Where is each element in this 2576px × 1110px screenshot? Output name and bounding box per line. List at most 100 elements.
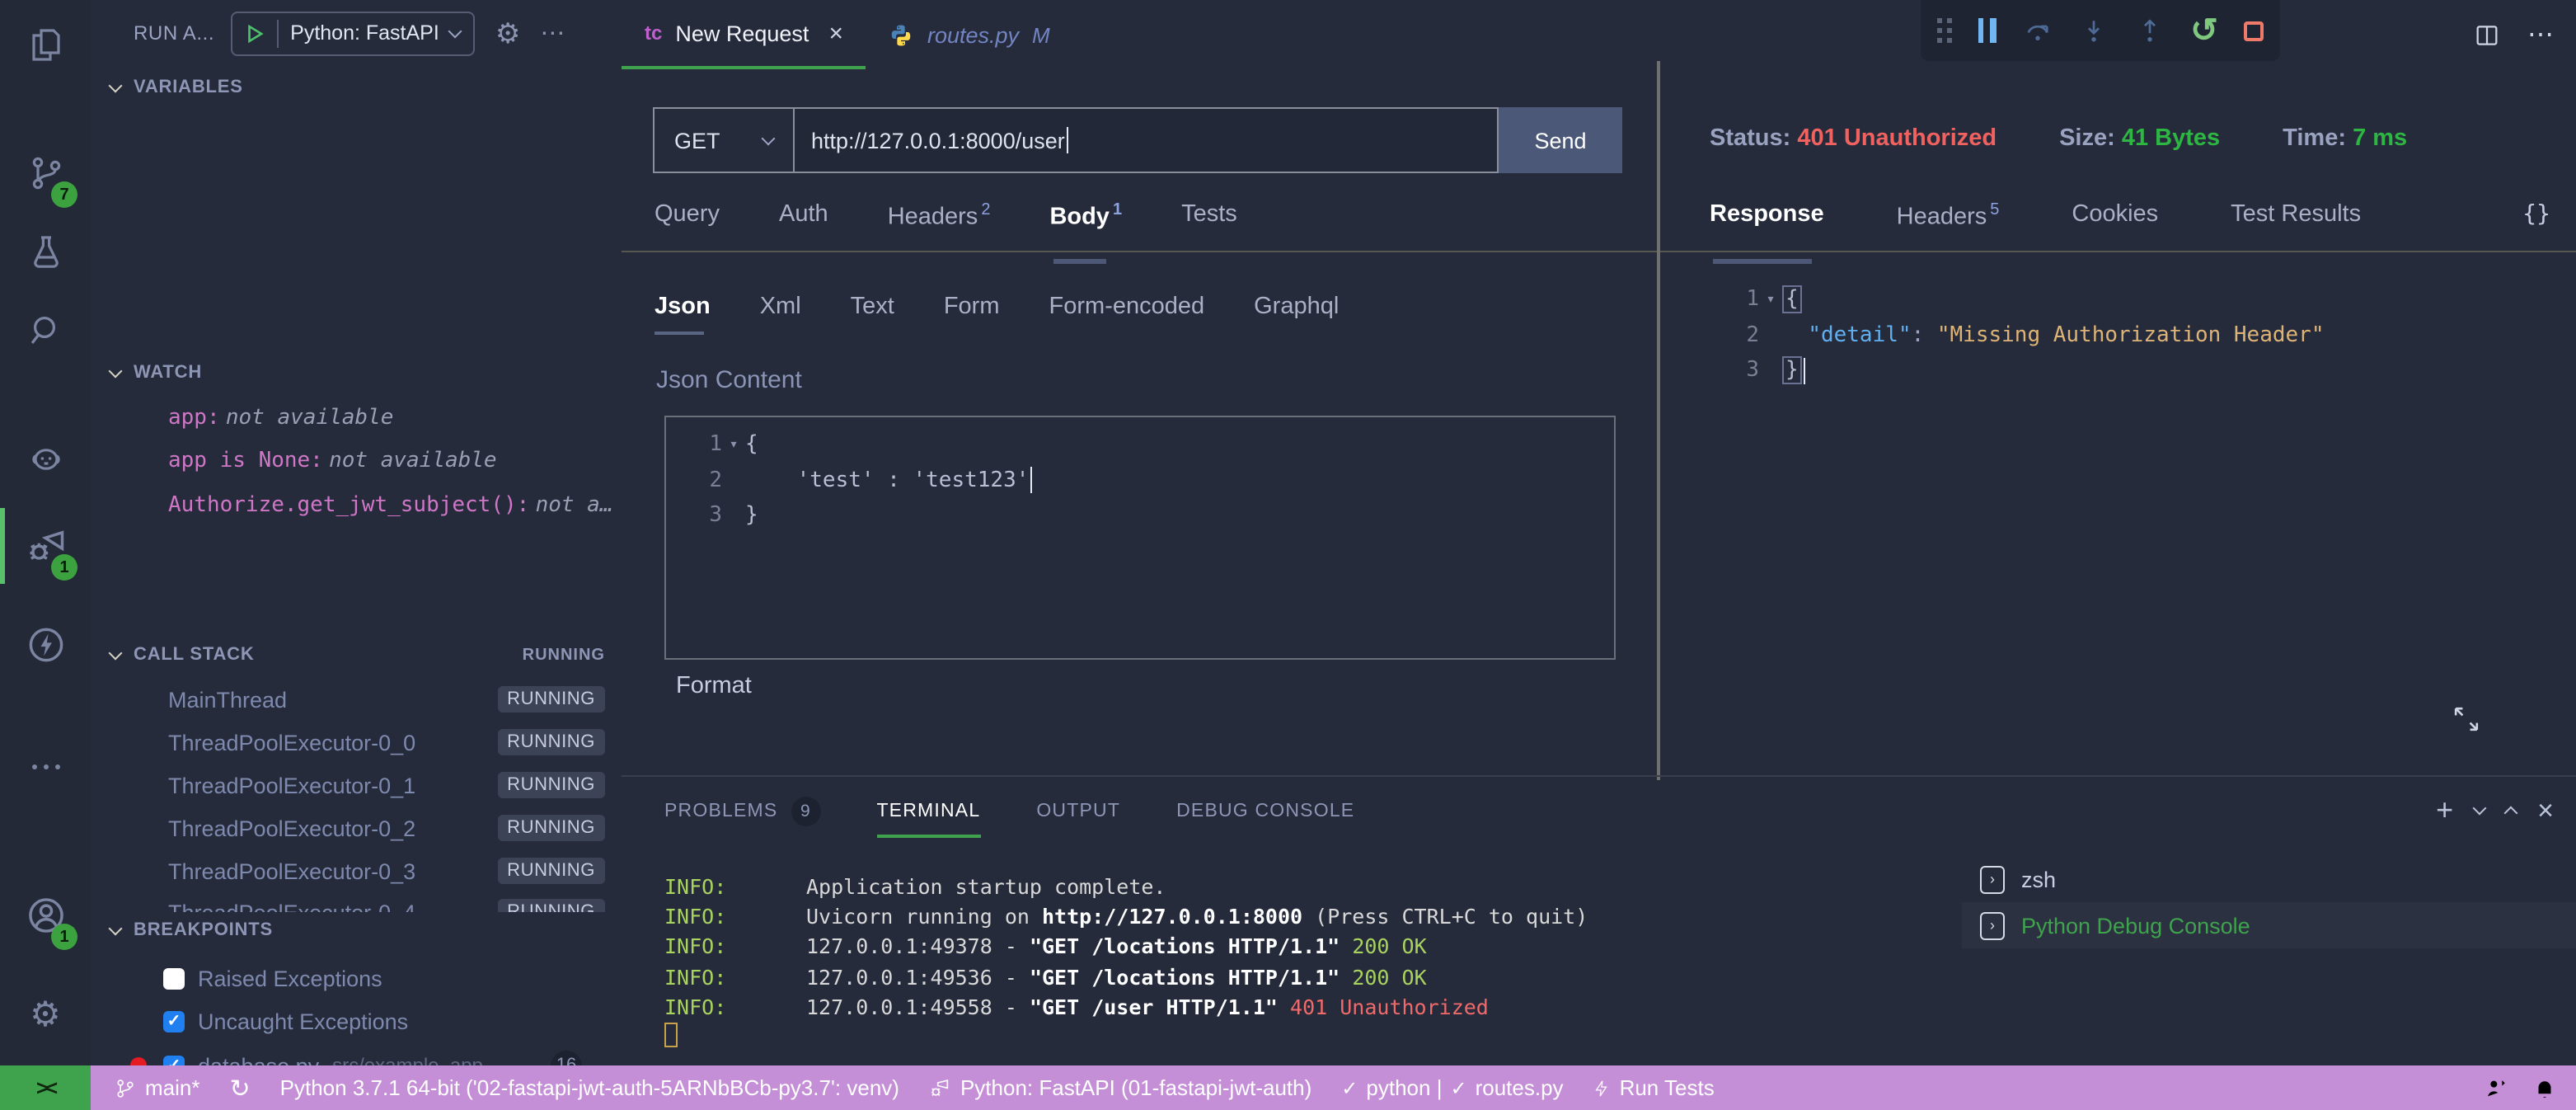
lint-status-item[interactable]: ✓ python | ✓ routes.py [1341,1075,1563,1100]
fold-caret-icon[interactable]: ▾ [1759,292,1782,308]
debug-more-actions-icon[interactable]: ⋯ [540,18,566,48]
method-select[interactable]: GET [653,107,793,173]
search-icon[interactable] [0,292,91,368]
breakpoint-row[interactable]: ✓ Uncaught Exceptions [163,1004,408,1037]
explorer-icon[interactable] [0,7,91,82]
response-body-viewer[interactable]: 1▾{ 2 "detail": "Missing Authorization H… [1703,272,2325,388]
code-line: 1▾{ [1703,282,2325,317]
debug-configuration-item[interactable]: Python: FastAPI (01-fastapi-jwt-auth) [929,1075,1311,1100]
remote-indicator[interactable]: >< [0,1065,91,1110]
watch-expression[interactable]: Authorize.get_jwt_subject(): not a… [168,492,613,518]
tab-cookies[interactable]: Cookies [2072,201,2158,244]
checkbox-checked[interactable]: ✓ [163,1010,185,1032]
accounts-icon[interactable]: 1 [0,877,91,953]
call-stack-section-header[interactable]: CALL STACK RUNNING [110,645,605,665]
breakpoints-section-header[interactable]: BREAKPOINTS [110,920,273,940]
raw-json-icon[interactable]: {} [2522,201,2550,228]
tab-body[interactable]: Body1 [1049,201,1122,244]
call-stack-thread[interactable]: ThreadPoolExecutor-0_0RUNNING [168,722,605,762]
url-input[interactable]: http://127.0.0.1:8000/user [793,107,1499,173]
python-interpreter-item[interactable]: Python 3.7.1 64-bit ('02-fastapi-jwt-aut… [280,1075,899,1100]
debug-settings-gear-icon[interactable]: ⚙ [495,19,521,47]
close-icon[interactable]: × [828,19,843,47]
tab-query[interactable]: Query [655,201,720,244]
tab-text[interactable]: Text [851,294,894,320]
activity-bar: 7 1 1 ⚙ [0,0,91,1065]
launch-config-dropdown[interactable]: Python: FastAPI [231,11,476,55]
call-stack-thread[interactable]: ThreadPoolExecutor-0_2RUNNING [168,808,605,848]
terminal-list: › zsh › Python Debug Console [1962,856,2576,948]
thread-status-badge: RUNNING [497,686,605,713]
fold-caret-icon[interactable]: ▾ [722,437,745,454]
terminal-output[interactable]: INFO:Application startup complete. INFO:… [664,872,1588,1052]
tab-form[interactable]: Form [944,294,1000,320]
new-terminal-icon[interactable]: + [2436,793,2453,828]
chevron-down-icon [109,646,123,660]
tab-headers[interactable]: Headers2 [888,201,991,244]
sync-changes-item[interactable]: ↻ [230,1073,251,1103]
thunder-client-icon[interactable] [0,607,91,683]
terminal-cursor [664,1023,678,1047]
tab-form-encoded[interactable]: Form-encoded [1049,294,1205,320]
testing-icon[interactable] [0,214,91,290]
debug-sidebar: RUN A... Python: FastAPI ⚙ ⋯ VARIABLES W… [91,0,622,1065]
tab-auth[interactable]: Auth [779,201,828,244]
watch-expression[interactable]: app is None: not available [168,447,497,473]
terminal-list-item-zsh[interactable]: › zsh [1962,856,2576,902]
tab-routes-py[interactable]: routes.py M [866,0,1073,69]
tab-xml[interactable]: Xml [760,294,801,320]
thunder-client-tab-icon: tc [645,21,662,45]
format-link[interactable]: Format [676,673,752,699]
call-stack-thread[interactable]: MainThreadRUNNING [168,680,605,719]
debug-alt-icon [929,1076,952,1099]
close-panel-icon[interactable]: × [2537,794,2554,827]
tab-graphql[interactable]: Graphql [1254,294,1339,320]
tab-response[interactable]: Response [1710,201,1824,244]
json-body-editor[interactable]: 1▾{ 2 'test' : 'test123' 3} [664,416,1616,660]
terminal-picker-chevron-icon[interactable] [2473,802,2487,816]
time-value: 7 ms [2353,125,2407,152]
bell-icon[interactable] [2532,1075,2557,1101]
terminal-prompt-icon: › [1980,865,2005,893]
settings-gear-icon[interactable]: ⚙ [0,976,91,1052]
sync-icon: ↻ [230,1073,251,1103]
watch-section-header[interactable]: WATCH [110,363,202,383]
call-stack-thread[interactable]: ThreadPoolExecutor-0_1RUNNING [168,765,605,805]
send-button[interactable]: Send [1499,107,1622,173]
thread-status-badge: RUNNING [497,858,605,884]
status-bar-main: main* ↻ Python 3.7.1 64-bit ('02-fastapi… [91,1065,2576,1110]
variables-section-header[interactable]: VARIABLES [110,78,243,97]
source-control-icon[interactable]: 7 [0,135,91,211]
watch-expression[interactable]: app: not available [168,404,393,430]
code-line: 2 "detail": "Missing Authorization Heade… [1703,317,2325,353]
maximize-panel-icon[interactable] [2504,807,2518,821]
call-stack-thread[interactable]: ThreadPoolExecutor-0_3RUNNING [168,851,605,891]
tab-test-results[interactable]: Test Results [2231,201,2361,244]
run-tests-item[interactable]: Run Tests [1593,1075,1715,1100]
tab-terminal[interactable]: TERMINAL [876,802,980,821]
git-branch-item[interactable]: main* [114,1075,200,1100]
tab-new-request[interactable]: tc New Request × [622,0,866,69]
tab-debug-console[interactable]: DEBUG CONSOLE [1176,802,1354,821]
accounts-badge: 1 [51,924,77,950]
expand-response-icon[interactable] [2448,701,2485,737]
tab-json[interactable]: Json [655,294,711,320]
terminal-line: INFO:127.0.0.1:49378 - "GET /locations H… [664,933,1588,962]
terminal-list-item-python-debug-console[interactable]: › Python Debug Console [1962,902,2576,948]
response-tabs: Response Headers5 Cookies Test Results {… [1710,201,2550,244]
chevron-down-icon [109,921,123,935]
checkbox-unchecked[interactable] [163,967,185,989]
feedback-icon[interactable] [2483,1075,2509,1101]
request-tabs: Query Auth Headers2 Body1 Tests [655,201,1237,244]
debug-toolbar-row: RUN A... Python: FastAPI ⚙ ⋯ [91,0,622,66]
tab-response-headers[interactable]: Headers5 [1897,201,2000,244]
tab-output[interactable]: OUTPUT [1036,802,1120,821]
panel-actions: + × [2436,793,2554,828]
run-and-debug-icon[interactable]: 1 [0,508,91,584]
more-views-icon[interactable] [0,729,91,805]
copilot-chat-icon[interactable] [0,421,91,496]
breakpoint-row[interactable]: Raised Exceptions [163,962,382,995]
tab-tests[interactable]: Tests [1181,201,1237,244]
start-debug-icon[interactable] [244,22,265,44]
tab-problems[interactable]: PROBLEMS 9 [664,797,820,826]
